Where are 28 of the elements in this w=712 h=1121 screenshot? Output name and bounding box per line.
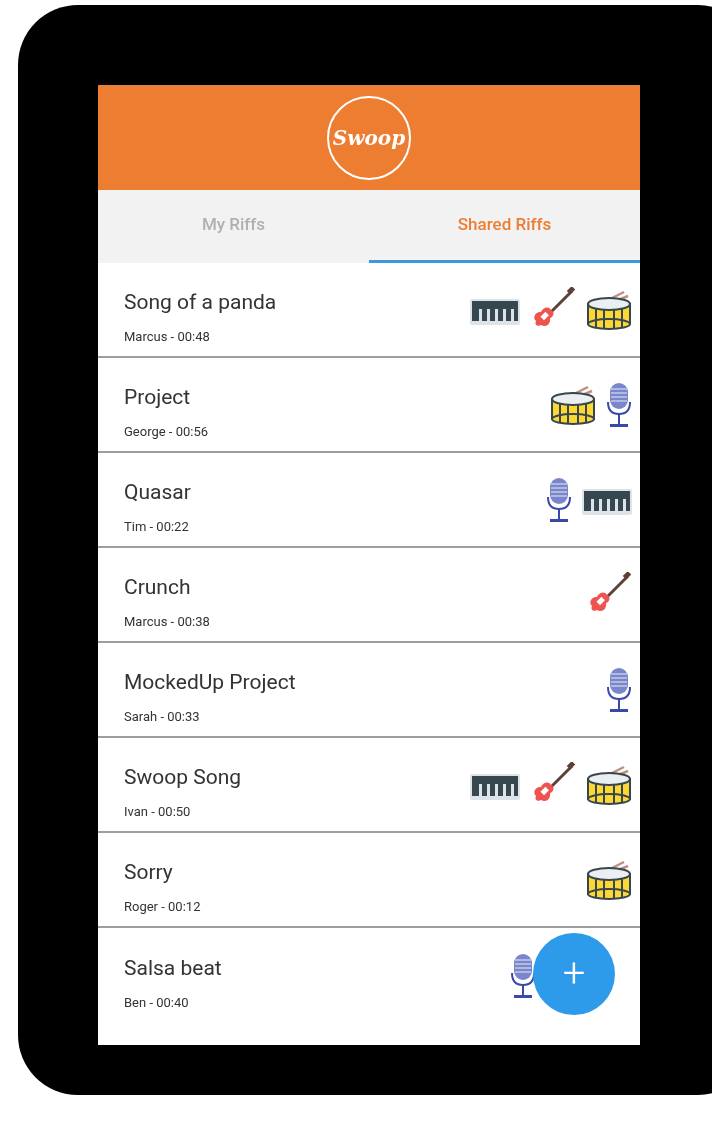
microphone-icon xyxy=(606,381,632,428)
riff-subtitle: Marcus - 00:48 xyxy=(124,327,211,346)
tab[interactable]: Shared Riffs xyxy=(369,190,640,263)
drum-icon xyxy=(586,859,632,900)
microphone-icon xyxy=(510,952,536,999)
add-button[interactable]: + xyxy=(533,933,615,1015)
riff-subtitle: George - 00:56 xyxy=(124,422,210,441)
riff-title: Salsa beat xyxy=(124,955,223,982)
logo: Swoop xyxy=(327,95,411,180)
riff-title: Song of a panda xyxy=(124,289,278,316)
tab[interactable]: My Riffs xyxy=(98,190,369,263)
riff-subtitle: Tim - 00:22 xyxy=(124,517,190,536)
riff-subtitle: Ben - 00:40 xyxy=(124,993,190,1012)
riff-subtitle: Ivan - 00:50 xyxy=(124,802,192,821)
riff-subtitle: Marcus - 00:38 xyxy=(124,612,211,631)
riff-title: Sorry xyxy=(124,859,174,886)
riff-title: Quasar xyxy=(124,479,192,506)
riff-title: Crunch xyxy=(124,574,192,601)
drum-icon xyxy=(586,764,632,805)
microphone-icon xyxy=(546,476,572,523)
drum-icon xyxy=(550,384,596,425)
riff-title: MockedUp Project xyxy=(124,669,297,696)
riff-subtitle: Sarah - 00:33 xyxy=(124,707,201,726)
microphone-icon xyxy=(606,666,632,713)
riff-subtitle: Roger - 00:12 xyxy=(124,897,202,916)
riff-title: Project xyxy=(124,384,192,411)
drum-icon xyxy=(586,289,632,330)
riff-title: Swoop Song xyxy=(124,764,243,791)
